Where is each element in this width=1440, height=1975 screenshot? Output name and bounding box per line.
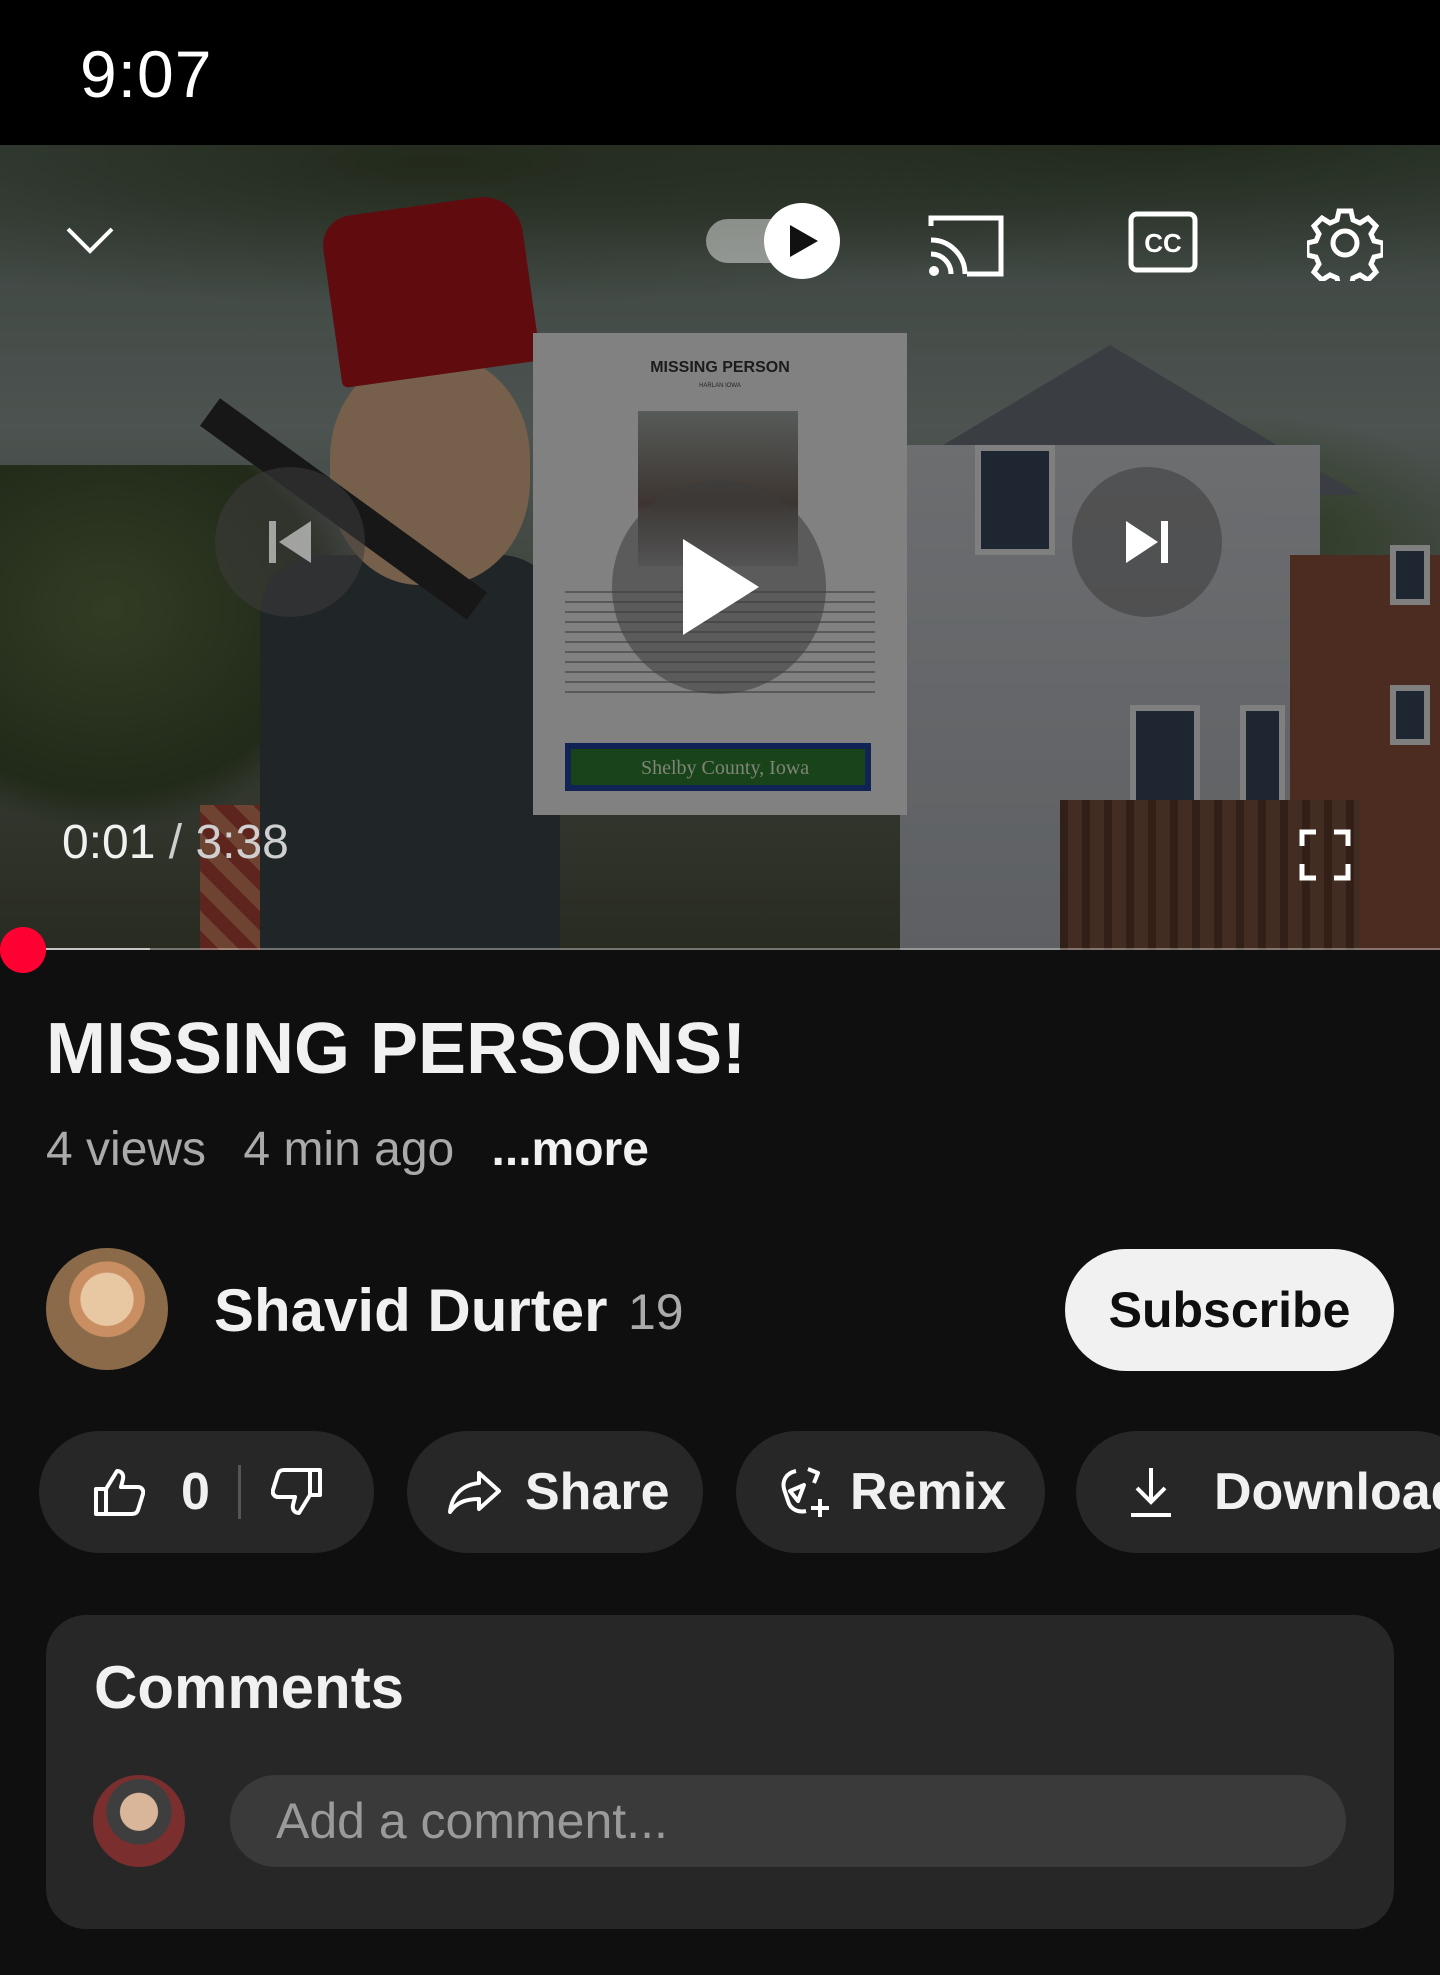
thumbs-up-icon <box>94 1469 145 1516</box>
scrubber-handle[interactable] <box>0 927 46 973</box>
current-time: 0:01 <box>62 816 156 869</box>
next-icon <box>1126 521 1168 563</box>
captions-icon: CC <box>1128 211 1198 273</box>
next-button[interactable] <box>1072 467 1222 617</box>
channel-avatar[interactable] <box>46 1248 168 1370</box>
comments-panel[interactable]: Comments <box>46 1615 1394 1929</box>
thumbs-down-icon <box>270 1468 322 1515</box>
download-label: Download <box>1214 1463 1440 1521</box>
settings-button[interactable] <box>1305 203 1385 283</box>
status-bar: 9:07 <box>0 0 1440 145</box>
minimize-button[interactable] <box>60 210 120 270</box>
download-icon <box>1131 1468 1171 1517</box>
previous-button[interactable] <box>215 467 365 617</box>
channel-name[interactable]: Shavid Durter <box>214 1276 607 1345</box>
like-button[interactable]: 0 <box>93 1462 210 1522</box>
download-button[interactable]: Download <box>1076 1431 1440 1553</box>
user-avatar <box>93 1775 185 1867</box>
comments-title: Comments <box>94 1654 405 1721</box>
like-count: 0 <box>181 1463 210 1521</box>
captions-button[interactable]: CC <box>1125 207 1201 277</box>
play-icon <box>683 539 759 635</box>
play-button[interactable] <box>612 480 826 694</box>
view-count: 4 views <box>46 1123 207 1176</box>
video-player[interactable]: MISSING PERSON HARLAN IOWA Shelby County… <box>0 145 1440 950</box>
like-divider <box>237 1465 241 1519</box>
subscribe-button[interactable]: Subscribe <box>1065 1249 1394 1371</box>
subscriber-count: 19 <box>628 1284 684 1340</box>
upload-age: 4 min ago <box>243 1123 455 1176</box>
share-button[interactable]: Share <box>407 1431 703 1553</box>
fullscreen-button[interactable] <box>1295 825 1355 885</box>
remix-label: Remix <box>850 1463 1007 1521</box>
dislike-button[interactable] <box>270 1467 323 1517</box>
video-meta[interactable]: 4 views 4 min ago ...more <box>46 1122 673 1177</box>
comment-input[interactable] <box>230 1775 1346 1867</box>
video-title[interactable]: MISSING PERSONS! <box>46 1008 746 1090</box>
autoplay-toggle-icon <box>706 203 840 279</box>
progress-bar[interactable] <box>0 948 1440 950</box>
share-arrow-icon <box>448 1471 501 1514</box>
cast-icon <box>928 215 1004 277</box>
video-duration: 3:38 <box>195 816 289 869</box>
autoplay-toggle[interactable] <box>702 203 844 279</box>
like-dislike-pill: 0 <box>39 1431 374 1553</box>
more-link[interactable]: ...more <box>492 1123 649 1176</box>
fullscreen-icon <box>1299 829 1351 881</box>
share-label: Share <box>525 1463 670 1521</box>
previous-icon <box>269 521 311 563</box>
remix-button[interactable]: Remix <box>736 1431 1045 1553</box>
remix-icon <box>781 1467 829 1517</box>
playback-time: 0:01 / 3:38 <box>62 815 289 870</box>
svg-text:CC: CC <box>1144 228 1182 258</box>
chevron-down-icon <box>66 227 114 254</box>
cast-button[interactable] <box>920 205 1010 285</box>
time-separator: / <box>155 816 196 869</box>
status-clock: 9:07 <box>80 37 213 111</box>
settings-gear-icon <box>1307 208 1383 281</box>
